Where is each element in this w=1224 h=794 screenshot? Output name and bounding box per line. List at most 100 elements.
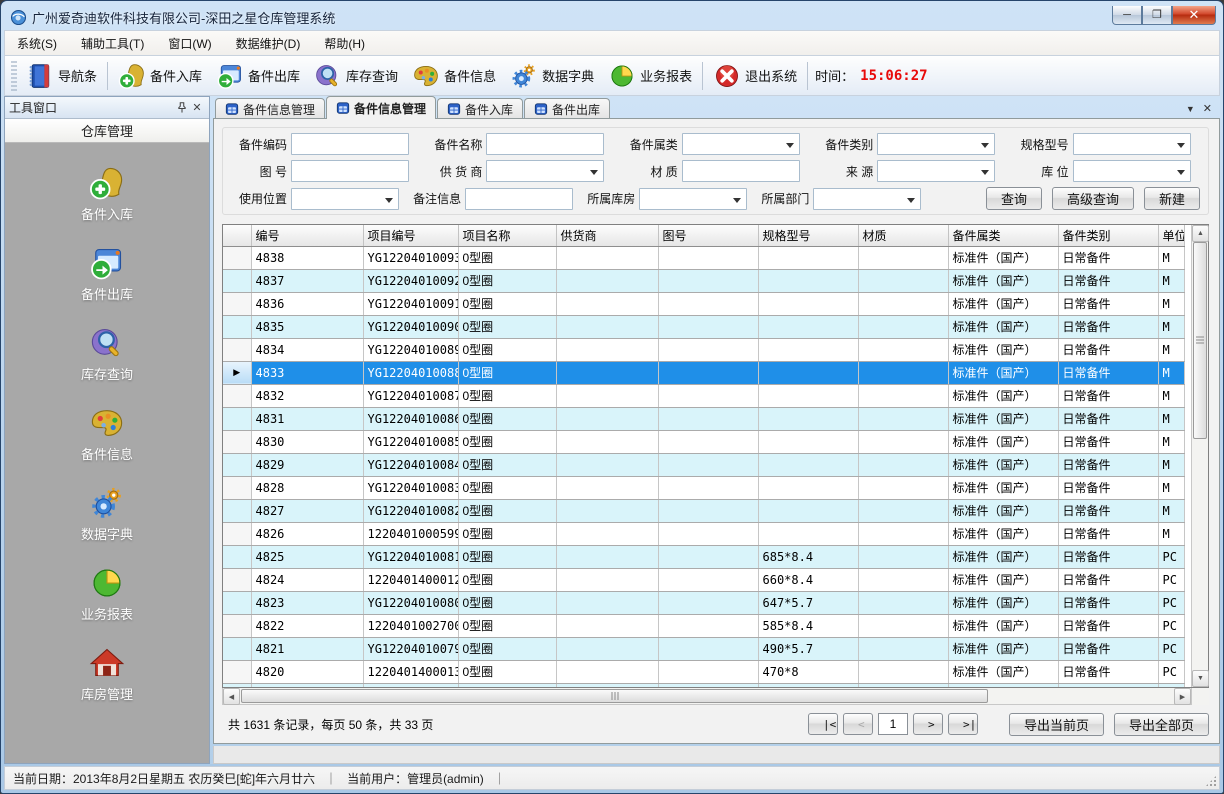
toolbar-navigator-button[interactable]: 导航条 [19, 60, 104, 92]
table-row[interactable]: 4825YG122040100810型圈685*8.4标准件（国产）日常备件PC [223, 545, 1184, 568]
table-row[interactable]: 4823YG122040100800型圈647*5.7标准件（国产）日常备件PC [223, 591, 1184, 614]
horizontal-scrollbar[interactable]: ◀ ▶ [222, 688, 1192, 705]
scroll-left-icon[interactable]: ◀ [223, 688, 240, 705]
column-header-1[interactable]: 项目编号 [363, 225, 458, 246]
tab-2[interactable]: 备件入库 [437, 98, 523, 119]
toolbar-part-outbound-button[interactable]: 备件出库 [209, 60, 307, 92]
table-row[interactable]: 4827YG122040100820型圈标准件（国产）日常备件M [223, 499, 1184, 522]
part-name-input[interactable] [486, 133, 604, 155]
new-button[interactable]: 新建 [1144, 187, 1200, 210]
tab-1-active[interactable]: 备件信息管理 [326, 96, 436, 119]
spec-model-select[interactable] [1073, 133, 1191, 155]
table-row[interactable]: 4821YG122040100790型圈490*5.7标准件（国产）日常备件PC [223, 637, 1184, 660]
department-select[interactable] [813, 188, 921, 210]
horizontal-scroll-thumb[interactable] [241, 689, 988, 703]
part-code-input[interactable] [291, 133, 409, 155]
vertical-scroll-thumb[interactable] [1193, 242, 1207, 439]
row-selector-cell[interactable] [223, 315, 251, 338]
row-selector-cell[interactable] [223, 522, 251, 545]
part-category-select[interactable] [682, 133, 800, 155]
sidebar-item-part-inbound[interactable]: 备件入库 [5, 165, 209, 223]
row-selector-cell[interactable] [223, 246, 251, 269]
last-page-button[interactable]: >| [948, 713, 978, 735]
row-selector-cell[interactable] [223, 430, 251, 453]
column-header-8[interactable]: 备件类别 [1058, 225, 1158, 246]
location-select[interactable] [1073, 160, 1191, 182]
column-header-4[interactable]: 图号 [658, 225, 758, 246]
sidebar-item-warehouse-mgmt[interactable]: 库房管理 [5, 645, 209, 703]
page-number-input[interactable]: 1 [878, 713, 908, 735]
row-selector-cell[interactable] [223, 591, 251, 614]
menu-item-0[interactable]: 系统(S) [5, 31, 69, 56]
column-header-3[interactable]: 供货商 [556, 225, 658, 246]
tool-window-close-icon[interactable]: ✕ [189, 100, 205, 116]
warehouse-select[interactable] [639, 188, 747, 210]
sidebar-section-header[interactable]: 仓库管理 [5, 119, 209, 143]
advanced-query-button[interactable]: 高级查询 [1052, 187, 1134, 210]
table-row[interactable]: 482212204010027000型圈585*8.4标准件（国产）日常备件PC [223, 614, 1184, 637]
row-selector-cell[interactable] [223, 453, 251, 476]
query-button[interactable]: 查询 [986, 187, 1042, 210]
toolbar-data-dict-button[interactable]: 数据字典 [503, 60, 601, 92]
use-position-select[interactable] [291, 188, 399, 210]
column-header-2[interactable]: 项目名称 [458, 225, 556, 246]
sidebar-item-part-outbound[interactable]: 备件出库 [5, 245, 209, 303]
pin-icon[interactable] [175, 101, 189, 115]
row-selector-cell[interactable] [223, 614, 251, 637]
column-header-6[interactable]: 材质 [858, 225, 948, 246]
part-class-select[interactable] [877, 133, 995, 155]
row-selector-cell[interactable] [223, 269, 251, 292]
remark-input[interactable] [465, 188, 573, 210]
minimize-button[interactable]: ─ [1112, 6, 1142, 25]
scroll-up-icon[interactable]: ▲ [1192, 225, 1209, 242]
row-selector-cell[interactable] [223, 499, 251, 522]
vertical-scrollbar[interactable]: ▲ ▼ [1191, 225, 1208, 687]
column-header-9[interactable]: 单位 [1158, 225, 1184, 246]
row-selector-cell[interactable] [223, 384, 251, 407]
resize-grip[interactable] [1206, 776, 1216, 786]
scroll-down-icon[interactable]: ▼ [1192, 670, 1209, 687]
tab-3[interactable]: 备件出库 [524, 98, 610, 119]
table-row[interactable]: 4837YG122040100920型圈标准件（国产）日常备件M [223, 269, 1184, 292]
toolbar-biz-report-button[interactable]: 业务报表 [601, 60, 699, 92]
row-selector-cell[interactable] [223, 476, 251, 499]
row-selector-cell[interactable] [223, 660, 251, 683]
sidebar-item-data-dict[interactable]: 数据字典 [5, 485, 209, 543]
table-row[interactable]: 4828YG122040100830型圈标准件（国产）日常备件M [223, 476, 1184, 499]
table-row[interactable]: 4836YG122040100910型圈标准件（国产）日常备件M [223, 292, 1184, 315]
maximize-button[interactable]: ❐ [1142, 6, 1172, 25]
close-button[interactable]: ✕ [1172, 6, 1216, 25]
export-all-pages-button[interactable]: 导出全部页 [1114, 713, 1209, 736]
sidebar-item-stock-query[interactable]: 库存查询 [5, 325, 209, 383]
toolbar-part-inbound-button[interactable]: 备件入库 [111, 60, 209, 92]
table-row[interactable]: 4832YG122040100870型圈标准件（国产）日常备件M [223, 384, 1184, 407]
table-row[interactable]: 4838YG122040100930型圈标准件（国产）日常备件M [223, 246, 1184, 269]
column-header-7[interactable]: 备件属类 [948, 225, 1058, 246]
first-page-button[interactable]: |< [808, 713, 838, 735]
drawing-no-input[interactable] [291, 160, 409, 182]
supplier-select[interactable] [486, 160, 604, 182]
source-select[interactable] [877, 160, 995, 182]
menu-item-1[interactable]: 辅助工具(T) [69, 31, 156, 56]
material-input[interactable] [682, 160, 800, 182]
table-row-selected[interactable]: ▶4833YG122040100880型圈标准件（国产）日常备件M [223, 361, 1184, 384]
scroll-right-icon[interactable]: ▶ [1174, 688, 1191, 705]
table-row[interactable]: 482612204010005990型圈标准件（国产）日常备件M [223, 522, 1184, 545]
column-header-5[interactable]: 规格型号 [758, 225, 858, 246]
next-page-button[interactable]: > [913, 713, 943, 735]
row-selector-cell[interactable] [223, 407, 251, 430]
table-row[interactable]: 4829YG122040100840型圈标准件（国产）日常备件M [223, 453, 1184, 476]
table-row[interactable]: 4834YG122040100890型圈标准件（国产）日常备件M [223, 338, 1184, 361]
row-selector-cell[interactable] [223, 545, 251, 568]
menu-item-2[interactable]: 窗口(W) [156, 31, 223, 56]
tab-0[interactable]: 备件信息管理 [215, 98, 325, 119]
row-selector-cell[interactable] [223, 338, 251, 361]
toolbar-stock-query-button[interactable]: 库存查询 [307, 60, 405, 92]
row-selector-cell[interactable]: ▶ [223, 361, 251, 384]
table-row[interactable]: 4835YG122040100900型圈标准件（国产）日常备件M [223, 315, 1184, 338]
tab-close-icon[interactable]: ✕ [1203, 102, 1212, 115]
sidebar-item-biz-report[interactable]: 业务报表 [5, 565, 209, 623]
table-row[interactable]: 4831YG122040100860型圈标准件（国产）日常备件M [223, 407, 1184, 430]
row-selector-cell[interactable] [223, 568, 251, 591]
toolbar-exit-system-button[interactable]: 退出系统 [706, 60, 804, 92]
